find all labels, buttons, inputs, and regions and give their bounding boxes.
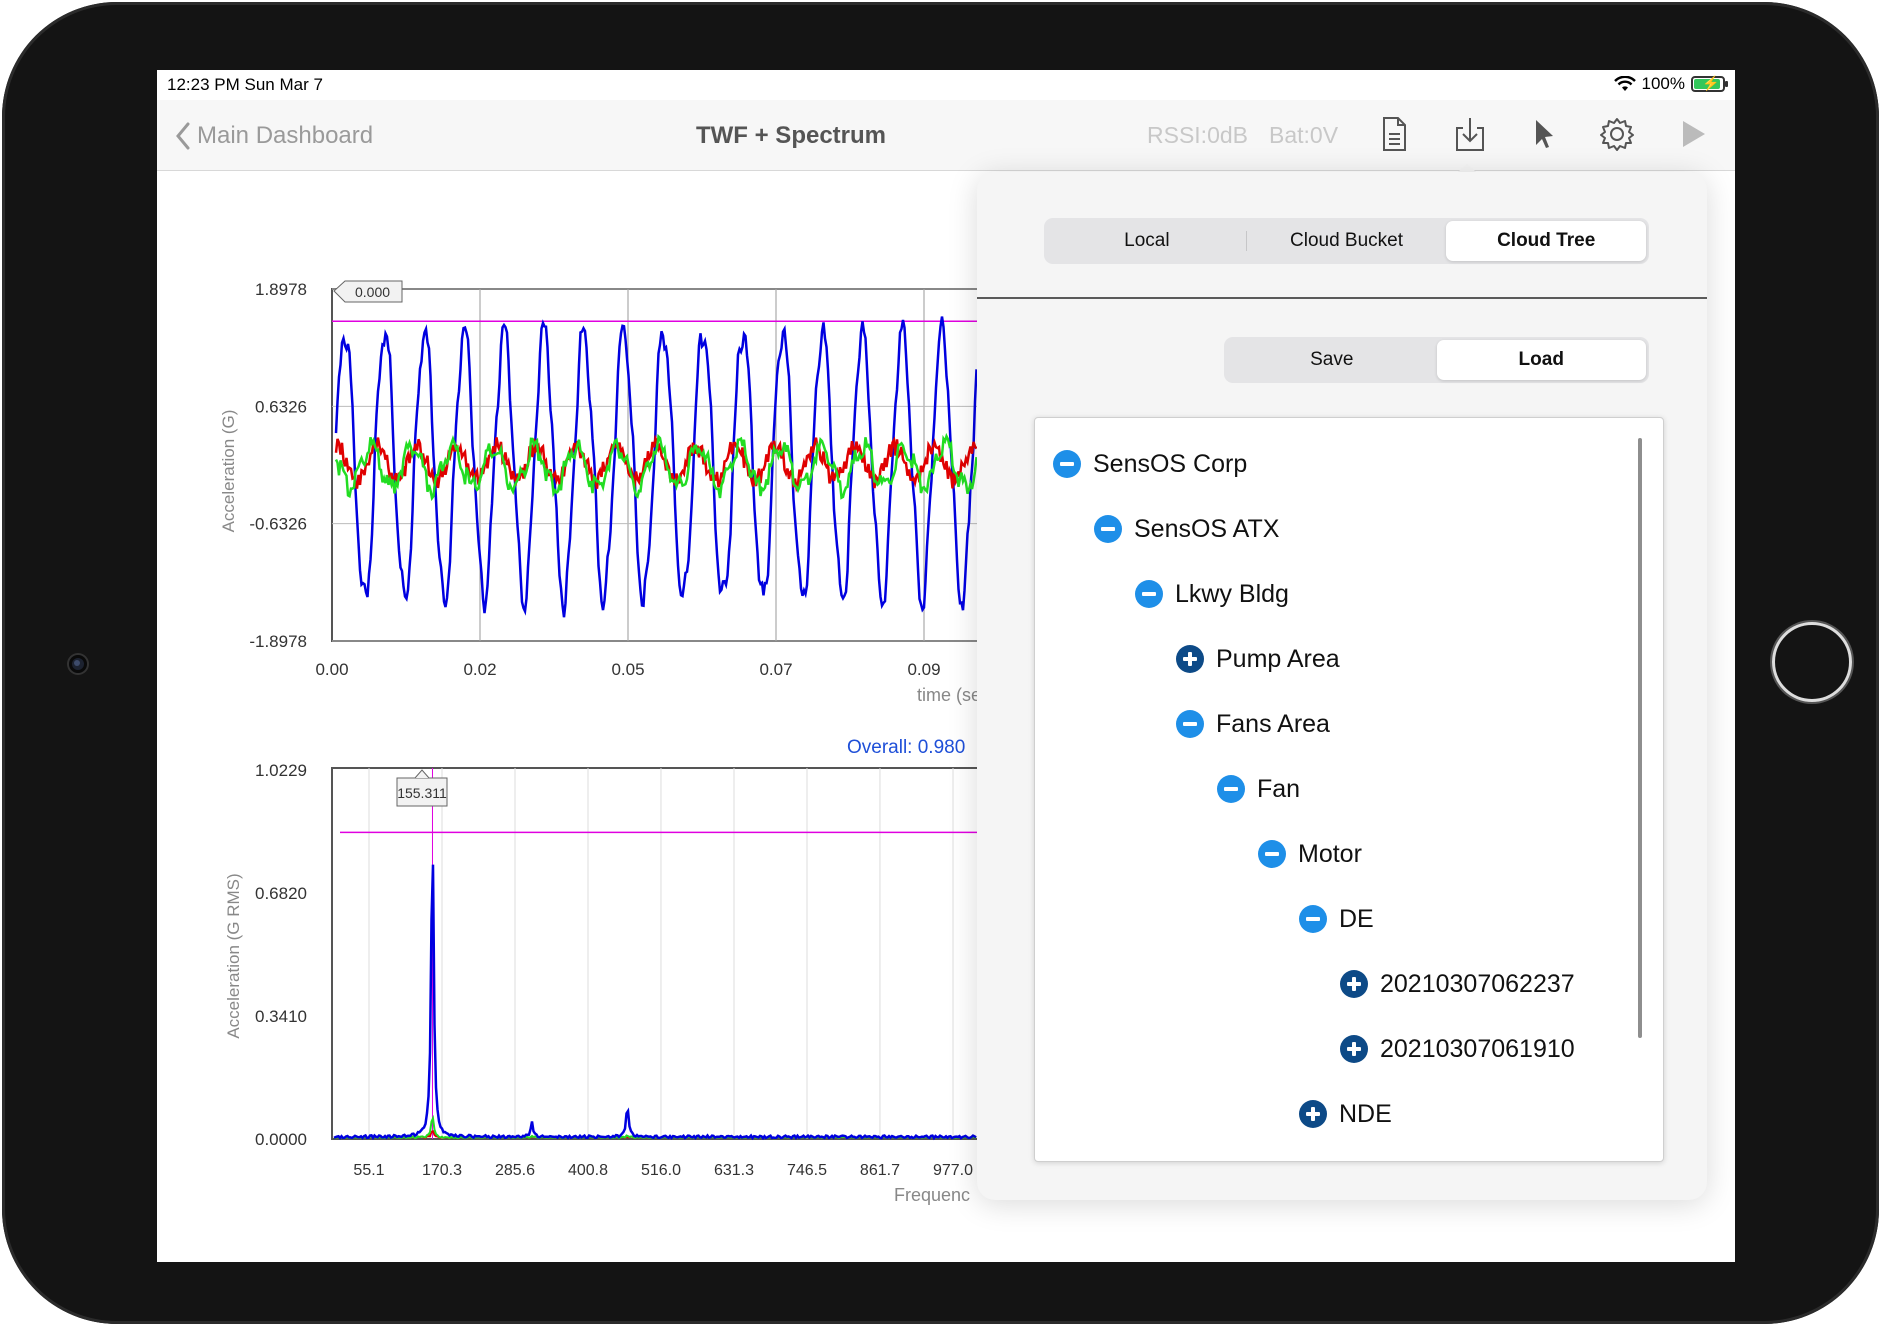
expand-icon[interactable]: [1340, 1035, 1368, 1063]
save-label: Save: [1310, 349, 1354, 370]
spectrum-y-tick-label: 0.0000: [255, 1130, 307, 1149]
collapse-icon[interactable]: [1053, 450, 1081, 478]
tree-node-label: Fans Area: [1216, 709, 1330, 738]
battery-percent: 100%: [1641, 74, 1685, 93]
screen: 12:23 PM Sun Mar 7 100% ⚡ Main Dashboard…: [157, 70, 1735, 1262]
document-icon[interactable]: [1374, 114, 1414, 154]
spectrum-x-tick-label: 170.3: [422, 1162, 462, 1179]
spectrum-y-tick-label: 0.3410: [255, 1007, 307, 1026]
tree-node[interactable]: Pump Area: [1176, 639, 1340, 679]
divider: [977, 297, 1707, 299]
tree-node[interactable]: Motor: [1258, 834, 1362, 874]
tree-node-label: 20210307062237: [1380, 969, 1575, 998]
tree-node[interactable]: 20210307061910: [1340, 1029, 1575, 1069]
download-icon[interactable]: [1450, 114, 1490, 154]
spectrum-x-tick-label: 516.0: [641, 1162, 681, 1179]
tree-node-label: Lkwy Bldg: [1175, 579, 1289, 608]
collapse-icon[interactable]: [1135, 580, 1163, 608]
camera-icon: [69, 655, 87, 673]
load-label: Load: [1518, 349, 1564, 370]
twf-x-tick-label: 0.09: [907, 660, 940, 679]
expand-icon[interactable]: [1176, 645, 1204, 673]
tab-local[interactable]: Local: [1047, 221, 1247, 261]
collapse-icon[interactable]: [1176, 710, 1204, 738]
twf-x-tick-label: 0.05: [611, 660, 644, 679]
navigation-bar: Main Dashboard TWF + Spectrum RSSI:0dB B…: [157, 100, 1735, 171]
home-button[interactable]: [1772, 622, 1852, 702]
status-time: 12:23 PM Sun Mar 7: [167, 75, 323, 94]
twf-cursor-label: 0.000: [355, 284, 390, 300]
spectrum-x-axis-label: Frequenc: [894, 1185, 970, 1205]
load-button[interactable]: Load: [1436, 340, 1646, 380]
twf-x-tick-label: 0.02: [463, 660, 496, 679]
spectrum-x-tick-label: 400.8: [568, 1162, 608, 1179]
play-icon[interactable]: [1673, 114, 1713, 154]
source-segmented-control: Local Cloud Bucket Cloud Tree: [1044, 218, 1649, 264]
tree-node[interactable]: SensOS Corp: [1053, 444, 1247, 484]
cloud-tree: SensOS Corp SensOS ATX Lkwy Bldg Pump Area F…: [1034, 417, 1664, 1162]
twf-y-tick-label: -0.6326: [249, 515, 307, 534]
device-frame: 12:23 PM Sun Mar 7 100% ⚡ Main Dashboard…: [0, 0, 1884, 1328]
battery-icon: ⚡: [1691, 75, 1728, 92]
page-title: TWF + Spectrum: [695, 122, 887, 149]
tree-node[interactable]: NDE: [1299, 1094, 1392, 1134]
tree-node-label: Pump Area: [1216, 644, 1340, 673]
expand-icon[interactable]: [1340, 970, 1368, 998]
collapse-icon[interactable]: [1299, 905, 1327, 933]
spectrum-x-tick-label: 861.7: [860, 1162, 900, 1179]
spectrum-y-tick-label: 1.0229: [255, 761, 307, 780]
tree-scrollbar[interactable]: [1638, 438, 1642, 1038]
spectrum-y-tick-label: 0.6820: [255, 884, 307, 903]
tree-node-label: DE: [1339, 904, 1374, 933]
tab-cloud-bucket-label: Cloud Bucket: [1290, 230, 1404, 251]
save-button[interactable]: Save: [1227, 340, 1437, 380]
twf-y-tick-label: 1.8978: [255, 280, 307, 299]
collapse-icon[interactable]: [1258, 840, 1286, 868]
twf-x-tick-label: 0.07: [759, 660, 792, 679]
expand-icon[interactable]: [1299, 1100, 1327, 1128]
collapse-icon[interactable]: [1094, 515, 1122, 543]
spectrum-x-tick-label: 746.5: [787, 1162, 827, 1179]
tree-node[interactable]: Fans Area: [1176, 704, 1330, 744]
tree-node-label: NDE: [1339, 1099, 1392, 1128]
tree-node[interactable]: DE: [1299, 899, 1374, 939]
tree-node[interactable]: Fan: [1217, 769, 1300, 809]
tab-local-label: Local: [1124, 230, 1170, 251]
twf-x-tick-label: 0.00: [315, 660, 348, 679]
tree-node[interactable]: SensOS ATX: [1094, 509, 1279, 549]
twf-x-axis-label: time (se: [917, 685, 981, 705]
tab-cloud-tree[interactable]: Cloud Tree: [1446, 221, 1647, 261]
spectrum-x-tick-label: 285.6: [495, 1162, 535, 1179]
overall-value: Overall: 0.980: [847, 737, 965, 758]
action-segmented-control: Save Load: [1224, 337, 1649, 383]
twf-y-tick-label: -1.8978: [249, 632, 307, 651]
tab-cloud-tree-label: Cloud Tree: [1497, 230, 1596, 251]
spectrum-y-axis-label: Acceleration (G RMS): [224, 873, 243, 1038]
spectrum-cursor-label: 155.311: [397, 785, 447, 801]
spectrum-x-tick-label: 55.1: [353, 1162, 384, 1179]
twf-y-axis-label: Acceleration (G): [219, 410, 238, 533]
battery-voltage-readout: Bat:0V: [1269, 122, 1339, 148]
tree-node[interactable]: 20210307062237: [1340, 964, 1575, 1004]
rssi-readout: RSSI:0dB: [1147, 122, 1248, 148]
tree-node[interactable]: Lkwy Bldg: [1135, 574, 1289, 614]
load-popover: Local Cloud Bucket Cloud Tree Save Load …: [977, 172, 1707, 1200]
tree-node-label: 20210307061910: [1380, 1034, 1575, 1063]
collapse-icon[interactable]: [1217, 775, 1245, 803]
spectrum-x-tick-label: 977.0: [933, 1162, 973, 1179]
spectrum-x-tick-label: 631.3: [714, 1162, 754, 1179]
status-bar: 12:23 PM Sun Mar 7 100% ⚡: [157, 70, 1735, 100]
twf-y-tick-label: 0.6326: [255, 397, 307, 416]
pointer-icon[interactable]: [1524, 114, 1564, 154]
tree-node-label: Fan: [1257, 774, 1301, 803]
gear-icon[interactable]: [1597, 114, 1637, 154]
tree-node-label: Motor: [1298, 839, 1362, 868]
tree-node-label: SensOS ATX: [1134, 514, 1280, 543]
status-right: 100% ⚡: [1613, 74, 1728, 94]
wifi-icon: [1613, 76, 1636, 91]
tab-cloud-bucket[interactable]: Cloud Bucket: [1247, 221, 1447, 261]
tree-node-label: SensOS Corp: [1093, 449, 1248, 478]
